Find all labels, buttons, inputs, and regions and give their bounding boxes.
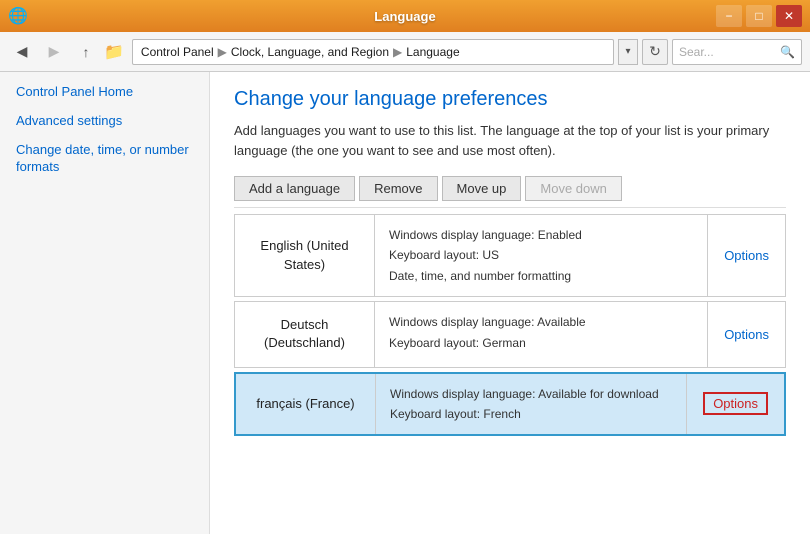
maximize-button[interactable]: □ [746, 5, 772, 27]
refresh-button[interactable]: ↻ [642, 39, 668, 65]
path-separator-1: ▶ [218, 45, 227, 59]
path-separator-2: ▶ [393, 45, 402, 59]
search-box: Sear... 🔍 [672, 39, 802, 65]
path-language[interactable]: Language [406, 45, 459, 59]
language-details-deutsch: Windows display language: Available Keyb… [375, 302, 707, 366]
folder-icon: 📁 [104, 42, 124, 62]
language-detail-deutsch-1: Windows display language: Available [389, 312, 693, 332]
language-item-english[interactable]: English (United States) Windows display … [234, 214, 786, 297]
language-item-deutsch[interactable]: Deutsch (Deutschland) Windows display la… [234, 301, 786, 367]
language-details-english: Windows display language: Enabled Keyboa… [375, 215, 707, 296]
language-options-english: Options [707, 215, 785, 296]
language-list: English (United States) Windows display … [234, 214, 786, 436]
address-bar: ◀ ▶ ↑ 📁 Control Panel ▶ Clock, Language,… [0, 32, 810, 72]
page-title: Change your language preferences [234, 88, 786, 111]
window-title: Language [374, 9, 435, 24]
move-up-button[interactable]: Move up [442, 176, 522, 201]
path-control-panel[interactable]: Control Panel [141, 45, 214, 59]
language-detail-english-3: Date, time, and number formatting [389, 266, 693, 286]
options-link-english[interactable]: Options [724, 248, 769, 263]
language-toolbar: Add a language Remove Move up Move down [234, 176, 786, 208]
language-detail-francais-2: Keyboard layout: French [390, 404, 672, 424]
address-dropdown-button[interactable]: ▾ [618, 39, 638, 65]
path-clock-language[interactable]: Clock, Language, and Region [231, 45, 389, 59]
back-button[interactable]: ◀ [8, 38, 36, 66]
language-detail-english-2: Keyboard layout: US [389, 245, 693, 265]
main-area: Control Panel Home Advanced settings Cha… [0, 72, 810, 534]
language-item-francais[interactable]: français (France) Windows display langua… [234, 372, 786, 437]
language-details-francais: Windows display language: Available for … [376, 374, 686, 435]
remove-button[interactable]: Remove [359, 176, 437, 201]
language-detail-francais-1: Windows display language: Available for … [390, 384, 672, 404]
forward-button[interactable]: ▶ [40, 38, 68, 66]
search-placeholder: Sear... [679, 45, 714, 59]
language-detail-deutsch-2: Keyboard layout: German [389, 333, 693, 353]
language-options-francais: Options [686, 374, 784, 435]
content-area: Change your language preferences Add lan… [210, 72, 810, 534]
window-controls: − □ ✕ [716, 5, 802, 27]
language-name-francais: français (France) [236, 374, 376, 435]
add-language-button[interactable]: Add a language [234, 176, 355, 201]
language-name-deutsch: Deutsch (Deutschland) [235, 302, 375, 366]
sidebar-control-panel-home[interactable]: Control Panel Home [16, 84, 193, 101]
minimize-button[interactable]: − [716, 5, 742, 27]
options-link-deutsch[interactable]: Options [724, 327, 769, 342]
sidebar-change-date-time[interactable]: Change date, time, or number formats [16, 142, 193, 176]
address-path: Control Panel ▶ Clock, Language, and Reg… [132, 39, 614, 65]
search-icon: 🔍 [780, 45, 795, 59]
close-button[interactable]: ✕ [776, 5, 802, 27]
app-icon: 🌐 [8, 6, 28, 26]
sidebar: Control Panel Home Advanced settings Cha… [0, 72, 210, 534]
options-link-francais[interactable]: Options [703, 392, 768, 415]
title-bar: 🌐 Language − □ ✕ [0, 0, 810, 32]
up-button[interactable]: ↑ [72, 38, 100, 66]
language-name-english: English (United States) [235, 215, 375, 296]
sidebar-advanced-settings[interactable]: Advanced settings [16, 113, 193, 130]
page-description: Add languages you want to use to this li… [234, 121, 786, 160]
move-down-button[interactable]: Move down [525, 176, 621, 201]
language-detail-english-1: Windows display language: Enabled [389, 225, 693, 245]
language-options-deutsch: Options [707, 302, 785, 366]
